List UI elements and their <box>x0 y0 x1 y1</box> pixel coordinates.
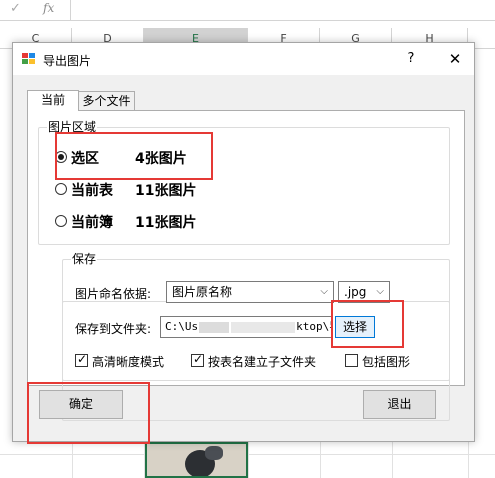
checkbox[interactable] <box>75 352 88 367</box>
path-start: C:\Us <box>165 320 199 333</box>
tab-current[interactable]: 当前 <box>27 90 79 111</box>
checkbox[interactable] <box>345 354 358 367</box>
checkbox-subfolder[interactable]: 按表名建立子文件夹 <box>191 352 331 369</box>
app-icon <box>22 53 35 65</box>
highlight-box <box>27 382 150 444</box>
image-count: 11张图片 <box>135 183 197 199</box>
folder-path-input[interactable]: C:\Us ktop\导 <box>160 316 332 338</box>
check-icon[interactable]: ✓ <box>10 1 21 16</box>
checkbox[interactable] <box>191 352 204 367</box>
redacted-text <box>199 321 230 333</box>
chevron-down-icon: ⌵ <box>320 286 328 297</box>
checkbox-label: 包括图形 <box>362 355 411 369</box>
dialog-title: 导出图片 <box>43 54 92 68</box>
photo-content <box>205 446 223 460</box>
format-value: .jpg <box>344 285 367 299</box>
radio-label: 当前簿 <box>71 215 113 231</box>
exit-button[interactable]: 退出 <box>363 390 436 419</box>
naming-label: 图片命名依据: <box>75 287 152 301</box>
checkbox-label: 高清晰度模式 <box>92 355 165 369</box>
checkbox-label: 按表名建立子文件夹 <box>208 355 317 369</box>
folder-label: 保存到文件夹: <box>75 322 152 336</box>
naming-select[interactable]: 图片原名称 ⌵ <box>166 281 334 303</box>
naming-value: 图片原名称 <box>172 285 233 299</box>
radio-current-workbook[interactable]: 当前簿 11张图片 <box>55 212 215 232</box>
save-label: 保存 <box>71 252 98 266</box>
dialog-titlebar[interactable]: 导出图片 ? ✕ <box>13 43 474 75</box>
chevron-down-icon: ⌵ <box>376 286 384 297</box>
redacted-text <box>231 321 296 333</box>
function-icon[interactable]: fx <box>43 1 54 15</box>
radio-label: 当前表 <box>71 183 113 199</box>
highlight-box <box>55 132 213 180</box>
formula-bar: ✓ fx <box>0 0 495 21</box>
highlight-box <box>331 300 404 348</box>
help-button[interactable]: ? <box>397 49 425 69</box>
image-count: 11张图片 <box>135 215 197 231</box>
checkbox-hd-mode[interactable]: 高清晰度模式 <box>75 352 185 369</box>
radio-button[interactable] <box>55 183 67 195</box>
radio-current-sheet[interactable]: 当前表 11张图片 <box>55 180 215 200</box>
embedded-photo[interactable] <box>145 442 248 478</box>
checkbox-include-shapes[interactable]: 包括图形 <box>345 353 445 369</box>
tab-multiple-files[interactable]: 多个文件 <box>79 91 135 110</box>
formula-bar-divider <box>70 0 71 20</box>
radio-button[interactable] <box>55 215 67 227</box>
close-icon[interactable]: ✕ <box>441 49 469 69</box>
path-end: ktop\导 <box>296 320 331 333</box>
